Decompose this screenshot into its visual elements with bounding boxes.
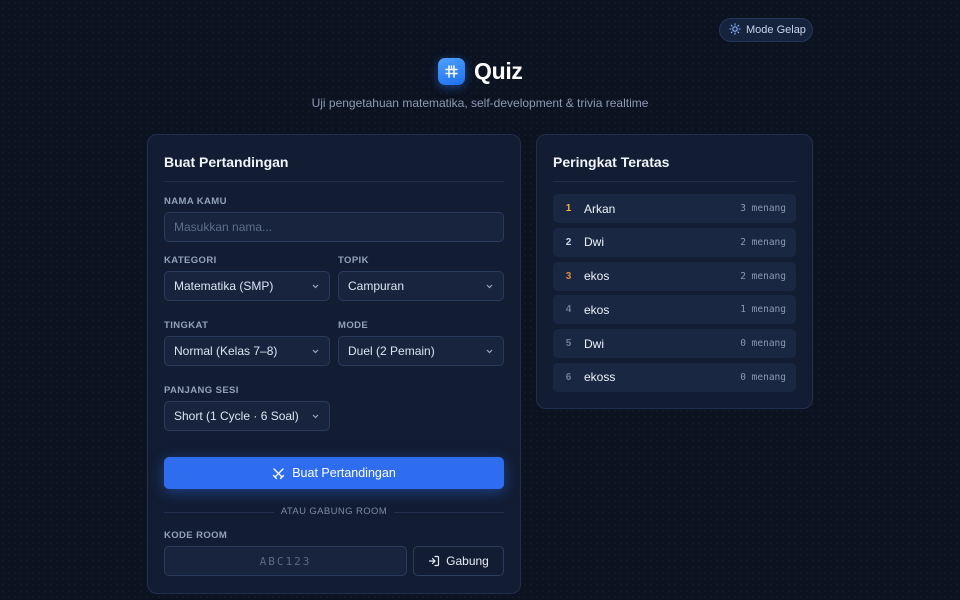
brand: Quiz <box>438 58 523 85</box>
session-select[interactable]: Short (1 Cycle · 6 Soal) <box>164 401 330 431</box>
theme-toggle-button[interactable]: Mode Gelap <box>719 18 813 42</box>
or-join-divider: ATAU GABUNG ROOM <box>164 505 504 519</box>
category-value: Matematika (SMP) <box>174 279 274 293</box>
hash-grid-icon <box>438 58 465 85</box>
join-button[interactable]: Gabung <box>413 546 504 576</box>
rank-number: 6 <box>565 371 572 383</box>
sun-icon <box>729 22 741 38</box>
win-count: 2 menang <box>740 270 786 282</box>
rank-number: 2 <box>565 236 572 248</box>
win-count: 2 menang <box>740 236 786 248</box>
leaderboard-card: Peringkat Teratas 1 Arkan 3 menang 2 Dwi… <box>536 134 813 409</box>
category-select[interactable]: Matematika (SMP) <box>164 271 330 301</box>
create-match-label: Buat Pertandingan <box>292 466 396 480</box>
rank-number: 4 <box>565 304 572 316</box>
topic-select[interactable]: Campuran <box>338 271 504 301</box>
category-label: KATEGORI <box>164 255 217 266</box>
chevron-down-icon <box>486 284 493 289</box>
player-name: Dwi <box>584 336 604 351</box>
leaderboard-row: 5 Dwi 0 menang <box>553 329 796 359</box>
swords-icon <box>273 467 285 479</box>
player-name: ekoss <box>584 370 616 385</box>
level-value: Normal (Kelas 7–8) <box>174 344 278 358</box>
room-code-label: KODE ROOM <box>164 530 228 541</box>
leaderboard-row: 3 ekos 2 menang <box>553 261 796 291</box>
card-title: Buat Pertandingan <box>164 154 289 170</box>
topic-label: TOPIK <box>338 255 369 266</box>
chevron-down-icon <box>312 414 319 419</box>
chevron-down-icon <box>486 349 493 354</box>
app-title: Quiz <box>474 58 523 84</box>
leaderboard-row: 1 Arkan 3 menang <box>553 194 796 223</box>
level-select[interactable]: Normal (Kelas 7–8) <box>164 336 330 366</box>
win-count: 1 menang <box>740 304 786 316</box>
divider <box>553 181 796 182</box>
mode-select[interactable]: Duel (2 Pemain) <box>338 336 504 366</box>
win-count: 0 menang <box>740 371 786 383</box>
leaderboard-row: 6 ekoss 0 menang <box>553 362 796 392</box>
login-icon <box>429 555 440 567</box>
divider <box>164 181 504 182</box>
level-label: TINGKAT <box>164 320 209 331</box>
win-count: 0 menang <box>740 338 786 350</box>
session-label: PANJANG SESI <box>164 385 239 396</box>
room-code-input[interactable]: ABC123 <box>164 546 407 576</box>
player-name: Dwi <box>584 235 604 250</box>
join-label: Gabung <box>446 554 489 568</box>
name-input[interactable]: Masukkan nama... <box>164 212 504 242</box>
mode-label: MODE <box>338 320 369 331</box>
chevron-down-icon <box>312 284 319 289</box>
player-name: ekos <box>584 269 610 284</box>
rank-number: 3 <box>565 270 572 282</box>
rank-number: 1 <box>565 203 572 214</box>
chevron-down-icon <box>312 349 319 354</box>
card-title: Peringkat Teratas <box>553 154 670 170</box>
create-match-card: Buat Pertandingan NAMA KAMU Masukkan nam… <box>147 134 521 594</box>
app-subtitle: Uji pengetahuan matematika, self-develop… <box>311 96 649 110</box>
create-match-button[interactable]: Buat Pertandingan <box>164 457 504 489</box>
leaderboard-row: 4 ekos 1 menang <box>553 295 796 325</box>
session-value: Short (1 Cycle · 6 Soal) <box>174 409 299 423</box>
theme-toggle-label: Mode Gelap <box>746 24 806 36</box>
mode-value: Duel (2 Pemain) <box>348 344 435 358</box>
name-label: NAMA KAMU <box>164 196 227 207</box>
win-count: 3 menang <box>740 203 786 214</box>
topic-value: Campuran <box>348 279 405 293</box>
or-join-text: ATAU GABUNG ROOM <box>280 506 388 517</box>
player-name: ekos <box>584 302 610 317</box>
rank-number: 5 <box>565 338 572 350</box>
leaderboard-list: 1 Arkan 3 menang 2 Dwi 2 menang 3 ekos 2… <box>553 194 796 397</box>
leaderboard-row: 2 Dwi 2 menang <box>553 227 796 257</box>
player-name: Arkan <box>584 201 616 216</box>
